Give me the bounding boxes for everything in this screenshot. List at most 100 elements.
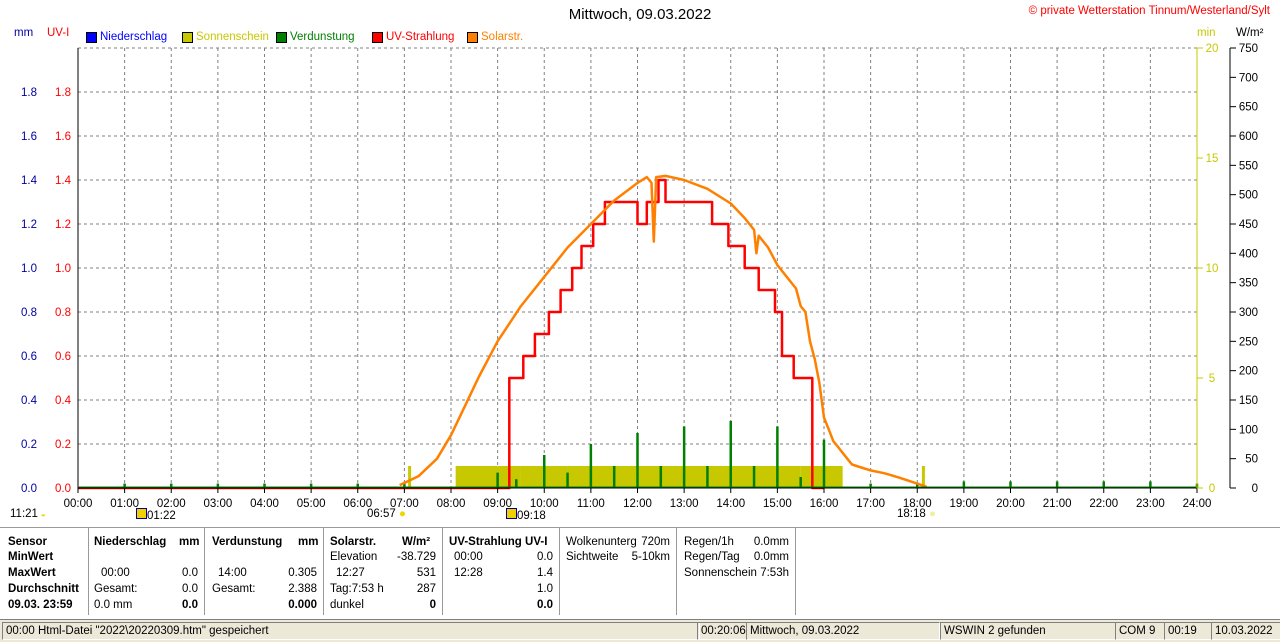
y-wm2-tick-label: 350: [1239, 278, 1258, 290]
sunshine-bar: [754, 466, 778, 488]
y-min-tick-label: 5: [1209, 373, 1215, 385]
x-tick-label: 01:00: [110, 498, 139, 510]
rain-1h-val: 0.0mm: [753, 536, 789, 548]
sun-icon: ●: [395, 508, 406, 520]
marker-moon-rise: 01:22: [136, 508, 176, 522]
x-tick-label: 16:00: [810, 498, 839, 510]
visibility-label: Sichtweite: [566, 551, 619, 563]
verdunstung-total-label: Gesamt:: [212, 583, 256, 595]
visibility-val: 5-10km: [631, 551, 670, 563]
status-clock: 00:19: [1164, 622, 1212, 640]
sunshine-bar: [730, 466, 755, 488]
x-tick-label: 00:00: [64, 498, 93, 510]
solar-max-val: 531: [416, 567, 436, 579]
panel-niederschlag: Niederschlag mm 00:00 0.0 Gesamt: 0.0 0.…: [89, 527, 205, 615]
verdunstung-unit: mm: [298, 536, 319, 548]
y-mm-tick-label: 0.8: [21, 307, 37, 319]
sunshine-bar: [684, 466, 708, 488]
y-wm2-tick-label: 650: [1239, 102, 1258, 114]
verdunstung-last: 0.000: [288, 599, 317, 611]
y-mm-tick-label: 0.2: [21, 439, 37, 451]
x-tick-label: 11:00: [577, 498, 605, 510]
niederschlag-max-time: 00:00: [101, 567, 130, 579]
sunshine-bar: [637, 466, 661, 488]
x-tick-label: 19:00: [949, 498, 978, 510]
x-tick-label: 08:00: [437, 498, 466, 510]
y-wm2-tick-label: 600: [1239, 131, 1258, 143]
sunshine-bar: [544, 466, 568, 488]
x-tick-label: 15:00: [763, 498, 792, 510]
x-tick-label: 20:00: [996, 498, 1025, 510]
niederschlag-max-val: 0.0: [182, 567, 198, 579]
uv-last-val: 0.0: [537, 599, 553, 611]
solar-elev-val: -38.729: [396, 551, 436, 563]
y-min-tick-label: 10: [1206, 263, 1219, 275]
niederschlag-total-val: 0.0: [182, 583, 198, 595]
x-tick-label: 03:00: [203, 498, 232, 510]
uv-avg-val: 1.0: [537, 583, 553, 595]
y-wm2-tick-label: 200: [1239, 366, 1258, 378]
sensor-date: 09.03. 23:59: [8, 599, 73, 611]
panel-solar: Solarstr. W/m² Elevation -38.729 12:27 5…: [324, 527, 443, 615]
uv-head: UV-Strahlung UV-I: [449, 536, 548, 548]
moon-icon: ◒: [37, 509, 46, 519]
panel-sensor: Sensor MinWert MaxWert Durchschnitt 09.0…: [0, 527, 89, 615]
solar-day-label: Tag:7:53 h: [330, 583, 384, 595]
sunshine-bar: [408, 466, 412, 488]
panel-regen: Regen/1h 0.0mm Regen/Tag 0.0mm Sonnensch…: [677, 527, 796, 615]
status-bar: 00:00 Html-Datei "2022\20220309.htm" ges…: [0, 619, 1280, 642]
y-wm2-tick-label: 750: [1239, 43, 1258, 55]
x-tick-label: 12:00: [623, 498, 652, 510]
sunset-icon: ●: [925, 508, 936, 520]
solar-day-val: 287: [416, 583, 436, 595]
y-min-tick-label: 20: [1206, 43, 1219, 55]
verdunstung-max-time: 14:00: [218, 567, 247, 579]
status-day: Mittwoch, 09.03.2022: [746, 622, 940, 640]
rain-day-label: Regen/Tag: [684, 551, 740, 563]
y-wm2-tick-label: 500: [1239, 190, 1258, 202]
y-uvi-tick-label: 0.8: [55, 307, 71, 319]
y-wm2-tick-label: 100: [1239, 424, 1258, 436]
marker-sunrise: 06:57 ●: [367, 508, 406, 520]
sunshine-bar: [520, 466, 545, 488]
verdunstung-total-val: 2.388: [288, 583, 317, 595]
rain-day-val: 0.0mm: [753, 551, 789, 563]
rain-1h-label: Regen/1h: [684, 536, 734, 548]
niederschlag-total-label: Gesamt:: [94, 583, 138, 595]
y-mm-tick-label: 1.2: [21, 219, 37, 231]
sensor-head: Sensor: [8, 536, 47, 548]
status-message: 00:00 Html-Datei "2022\20220309.htm" ges…: [2, 622, 700, 640]
x-tick-label: 21:00: [1043, 498, 1072, 510]
y-min-tick-label: 0: [1209, 483, 1215, 495]
solar-head: Solarstr.: [330, 536, 377, 548]
y-uvi-tick-label: 1.4: [55, 175, 72, 187]
y-mm-tick-label: 0.6: [21, 351, 37, 363]
solar-max-time: 12:27: [336, 567, 365, 579]
x-tick-label: 13:00: [670, 498, 699, 510]
niederschlag-last: 0.0: [182, 599, 198, 611]
status-date: 10.03.2022: [1211, 622, 1280, 640]
x-tick-label: 05:00: [297, 498, 326, 510]
y-uvi-tick-label: 0.2: [55, 439, 71, 451]
y-wm2-tick-label: 250: [1239, 336, 1258, 348]
panel-wolken: Wolkenunterg 720m Sichtweite 5-10km: [560, 527, 677, 615]
chart-plot: 00:00 01:00 02:00 03:00 04:00 05:00 06:00 07:00…: [21, 43, 1258, 510]
solar-unit: W/m²: [402, 536, 431, 548]
sensor-max: MaxWert: [8, 567, 56, 579]
x-tick-label: 23:00: [1136, 498, 1165, 510]
y-uvi-tick-label: 0.4: [55, 395, 72, 407]
status-time: 00:20:06: [697, 622, 747, 640]
y-mm-tick-label: 0.4: [21, 395, 38, 407]
cloud-label: Wolkenunterg: [566, 536, 637, 548]
cloud-val: 720m: [641, 536, 670, 548]
y-wm2-tick-label: 50: [1245, 454, 1258, 466]
y-mm-tick-label: 1.4: [21, 175, 38, 187]
sunshine-bar: [614, 466, 638, 488]
y-wm2-tick-label: 0: [1252, 483, 1258, 495]
y-uvi-tick-label: 1.0: [55, 263, 71, 275]
sunshine-bar: [474, 466, 498, 488]
y-mm-tick-label: 1.6: [21, 131, 37, 143]
uv-max-val: 1.4: [537, 567, 553, 579]
sunshine-bar: [590, 466, 615, 488]
y-wm2-tick-label: 550: [1239, 160, 1258, 172]
